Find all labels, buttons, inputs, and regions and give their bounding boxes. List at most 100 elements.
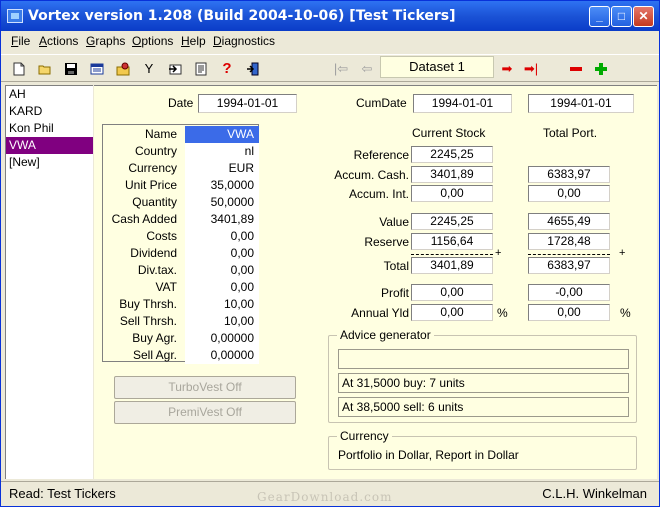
table-view-icon[interactable] [87, 59, 107, 79]
help-question-icon[interactable]: ? [217, 59, 237, 79]
field-value[interactable]: 0,00 [185, 228, 259, 245]
stock-fields-grid: Name VWA Country nl Currency EUR Unit Pr… [102, 124, 259, 364]
total-label: Total [383, 259, 409, 273]
field-value[interactable]: 0,00000 [185, 330, 259, 347]
report-icon[interactable] [191, 59, 211, 79]
app-icon [7, 9, 23, 23]
value-label: Value [379, 215, 409, 229]
field-label: Currency [128, 161, 177, 175]
field-label: Sell Thrsh. [119, 314, 177, 328]
field-value[interactable]: 0,00000 [185, 347, 259, 364]
maximize-button[interactable]: □ [611, 6, 632, 27]
reference-label: Reference [353, 148, 409, 162]
field-value[interactable]: 50,0000 [185, 194, 259, 211]
annual-yield-label: Annual Yld [351, 306, 409, 320]
plus-icon[interactable] [591, 59, 611, 79]
list-item-selected[interactable]: VWA [6, 137, 93, 154]
field-label: VAT [155, 280, 177, 294]
total-date-field[interactable]: 1994-01-01 [528, 94, 634, 113]
annual-yield-current-field: 0,00 [411, 304, 493, 321]
minimize-button[interactable]: _ [589, 6, 610, 27]
field-value[interactable]: 35,0000 [185, 177, 259, 194]
menu-diagnostics[interactable]: Diagnostics [213, 34, 275, 48]
value-total-field: 4655,49 [528, 213, 610, 230]
menu-bar: File Actions Graphs Options Help Diagnos… [1, 31, 659, 51]
detail-panel: Date 1994-01-01 CumDate 1994-01-01 1994-… [94, 85, 657, 479]
list-item[interactable]: KARD [6, 103, 93, 120]
field-label: Unit Price [124, 178, 177, 192]
toolbar: Y ? |⇦ ⇦ ➡ ➡| [1, 54, 659, 82]
import-icon[interactable] [165, 59, 185, 79]
app-window: Vortex version 1.208 (Build 2004-10-06) … [0, 0, 660, 507]
list-item[interactable]: AH [6, 86, 93, 103]
new-file-icon[interactable] [9, 59, 29, 79]
field-value-name[interactable]: VWA [185, 126, 259, 143]
field-label: Name [144, 127, 177, 141]
reserve-current-field: 1156,64 [411, 233, 493, 250]
first-record-icon[interactable]: |⇦ [331, 59, 351, 79]
previous-record-icon[interactable]: ⇦ [357, 59, 377, 79]
sum-divider [411, 254, 493, 255]
current-stock-header: Current Stock [412, 126, 486, 140]
premivest-button[interactable]: PremiVest Off [114, 401, 296, 424]
accum-int-total-field: 0,00 [528, 185, 610, 202]
field-label: Dividend [130, 246, 177, 260]
accum-int-label: Accum. Int. [348, 187, 409, 201]
list-item[interactable]: [New] [6, 154, 93, 171]
field-value[interactable]: 0,00 [185, 262, 259, 279]
field-value[interactable]: 10,00 [185, 313, 259, 330]
field-label: Buy Agr. [132, 331, 177, 345]
ticker-list[interactable]: AH KARD Kon Phil VWA [New] [5, 85, 93, 479]
plus-sign: + [619, 247, 626, 259]
field-label: Quantity [132, 195, 177, 209]
field-value[interactable]: EUR [185, 160, 259, 177]
field-value[interactable]: nl [185, 143, 259, 160]
settings-tools-icon[interactable] [113, 59, 133, 79]
open-folder-icon[interactable] [35, 59, 55, 79]
dataset-selector[interactable]: Dataset 1 [380, 56, 494, 78]
save-disk-icon[interactable] [61, 59, 81, 79]
accum-cash-total-field: 6383,97 [528, 166, 610, 183]
field-label: Cash Added [111, 212, 177, 226]
list-item[interactable]: Kon Phil [6, 120, 93, 137]
cumdate-field[interactable]: 1994-01-01 [413, 94, 512, 113]
exit-door-icon[interactable] [243, 59, 263, 79]
field-label: Costs [146, 229, 177, 243]
close-button[interactable]: ✕ [633, 6, 654, 27]
menu-graphs[interactable]: Graphs [86, 34, 125, 48]
next-record-icon[interactable]: ➡ [497, 59, 517, 79]
advice-generator-group: Advice generator At 31,5000 buy: 7 units… [328, 328, 637, 423]
field-value[interactable]: 3401,89 [185, 211, 259, 228]
total-current-field: 3401,89 [411, 257, 493, 274]
menu-file[interactable]: File [11, 34, 30, 48]
title-bar[interactable]: Vortex version 1.208 (Build 2004-10-06) … [1, 1, 659, 31]
menu-options[interactable]: Options [132, 34, 173, 48]
percent-sign: % [497, 306, 508, 320]
field-value[interactable]: 0,00 [185, 245, 259, 262]
field-label: Country [134, 144, 177, 158]
profit-label: Profit [380, 286, 409, 300]
field-value[interactable]: 0,00 [185, 279, 259, 296]
turbovest-button[interactable]: TurboVest Off [114, 376, 296, 399]
value-current-field: 2245,25 [411, 213, 493, 230]
field-label: Div.tax. [137, 263, 177, 277]
menu-actions[interactable]: Actions [39, 34, 78, 48]
cumdate-label: CumDate [356, 96, 407, 110]
field-value[interactable]: 10,00 [185, 296, 259, 313]
date-field[interactable]: 1994-01-01 [198, 94, 297, 113]
currency-group: Currency Portfolio in Dollar, Report in … [328, 429, 637, 470]
sum-divider [528, 254, 610, 255]
profit-current-field: 0,00 [411, 284, 493, 301]
field-label: Buy Thrsh. [119, 297, 177, 311]
currency-title: Currency [337, 429, 392, 443]
filter-icon[interactable]: Y [139, 59, 159, 79]
reserve-label: Reserve [364, 235, 409, 249]
menu-help[interactable]: Help [181, 34, 206, 48]
annual-yield-total-field: 0,00 [528, 304, 610, 321]
profit-total-field: -0,00 [528, 284, 610, 301]
last-record-icon[interactable]: ➡| [521, 59, 541, 79]
date-label: Date [168, 96, 194, 110]
accum-cash-label: Accum. Cash. [334, 168, 409, 182]
minus-icon[interactable] [566, 59, 586, 79]
advice-line: At 38,5000 sell: 6 units [338, 397, 629, 417]
